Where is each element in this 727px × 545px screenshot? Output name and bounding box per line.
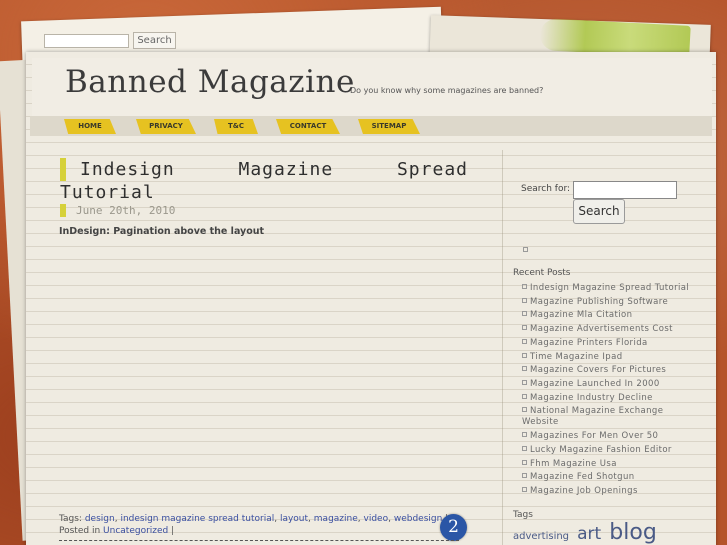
tag-link[interactable]: layout (280, 514, 308, 524)
tag-cloud-item[interactable]: advertising (513, 531, 569, 542)
post-title-line1: Indesign Magazine Spread (80, 158, 468, 181)
site-title[interactable]: Banned Magazine (65, 64, 355, 100)
post-title-word: Indesign (80, 159, 175, 180)
square-bullet-icon (522, 446, 527, 452)
nav-privacy[interactable]: PRIVACY (136, 119, 196, 134)
recent-post-item[interactable]: Magazines For Men Over 50 (522, 430, 702, 444)
tags-heading: Tags (513, 510, 533, 520)
category-separator: | (171, 526, 175, 536)
square-bullet-icon (522, 379, 527, 385)
top-search-input[interactable] (44, 34, 129, 48)
square-bullet-icon (522, 487, 527, 493)
nav-home[interactable]: HOME (64, 119, 116, 134)
square-bullet-icon (522, 473, 527, 479)
recent-post-item[interactable]: Magazine Launched In 2000 (522, 378, 702, 392)
post-title-word: Magazine (238, 159, 334, 180)
comment-count-badge[interactable]: 2 (440, 514, 467, 541)
post-title-word: Spread (396, 159, 468, 180)
recent-post-item[interactable]: Magazine Job Openings (522, 485, 702, 499)
square-bullet-icon (522, 366, 527, 372)
nav-contact[interactable]: CONTACT (276, 119, 340, 134)
recent-post-item[interactable]: National Magazine Exchange Website (522, 405, 702, 430)
tags-label: Tags: (59, 514, 82, 524)
recent-post-item[interactable]: Magazine Publishing Software (522, 296, 702, 310)
tag-link[interactable]: indesign magazine spread tutorial (120, 514, 274, 524)
tag-link[interactable]: magazine (314, 514, 358, 524)
post-excerpt: InDesign: Pagination above the layout (59, 226, 265, 237)
recent-post-item[interactable]: Magazine Advertisements Cost (522, 323, 702, 337)
nav-sitemap[interactable]: SITEMAP (358, 119, 420, 134)
post-divider (59, 540, 459, 541)
post-title[interactable]: Indesign Magazine Spread (60, 158, 468, 181)
nav-terms[interactable]: T&C (214, 119, 258, 134)
sidebar-search-button[interactable]: Search (573, 199, 625, 224)
top-search-button[interactable]: Search (133, 32, 176, 49)
sidebar-search-label: Search for: (521, 184, 571, 194)
tag-cloud-item[interactable]: art (577, 524, 601, 544)
empty-list-bullet (523, 247, 528, 252)
post-category: Posted in Uncategorized | (59, 526, 174, 536)
recent-post-item[interactable]: Indesign Magazine Spread Tutorial (522, 282, 702, 296)
square-bullet-icon (522, 311, 527, 317)
post-title-line2[interactable]: Tutorial (60, 181, 155, 204)
category-link[interactable]: Uncategorized (103, 526, 168, 536)
square-bullet-icon (522, 338, 527, 344)
recent-post-item[interactable]: Lucky Magazine Fashion Editor (522, 444, 702, 458)
tag-link[interactable]: design (85, 514, 115, 524)
square-bullet-icon (522, 432, 527, 438)
tag-cloud: advertising art blog (513, 520, 660, 545)
recent-posts-heading: Recent Posts (513, 268, 571, 278)
tag-link[interactable]: webdesign (394, 514, 442, 524)
square-bullet-icon (522, 393, 527, 399)
post-date: June 20th, 2010 (60, 204, 175, 217)
recent-post-item[interactable]: Magazine Mla Citation (522, 309, 702, 323)
posted-in-label: Posted in (59, 526, 101, 536)
site-tagline: Do you know why some magazines are banne… (350, 86, 544, 95)
square-bullet-icon (522, 297, 527, 303)
recent-post-item[interactable]: Magazine Printers Florida (522, 337, 702, 351)
square-bullet-icon (522, 325, 527, 331)
tag-link[interactable]: video (364, 514, 389, 524)
recent-post-item[interactable]: Fhm Magazine Usa (522, 458, 702, 472)
recent-post-item[interactable]: Magazine Industry Decline (522, 392, 702, 406)
square-bullet-icon (522, 459, 527, 465)
recent-post-item[interactable]: Magazine Covers For Pictures (522, 364, 702, 378)
recent-post-item[interactable]: Time Magazine Ipad (522, 351, 702, 365)
square-bullet-icon (522, 352, 527, 358)
recent-posts-list: Indesign Magazine Spread Tutorial Magazi… (522, 282, 702, 499)
square-bullet-icon (522, 284, 527, 289)
post-tags: Tags: design, indesign magazine spread t… (59, 514, 448, 524)
recent-post-item[interactable]: Magazine Fed Shotgun (522, 471, 702, 485)
sidebar-search-input[interactable] (573, 181, 677, 199)
square-bullet-icon (522, 407, 527, 413)
tag-cloud-item[interactable]: blog (609, 520, 657, 545)
